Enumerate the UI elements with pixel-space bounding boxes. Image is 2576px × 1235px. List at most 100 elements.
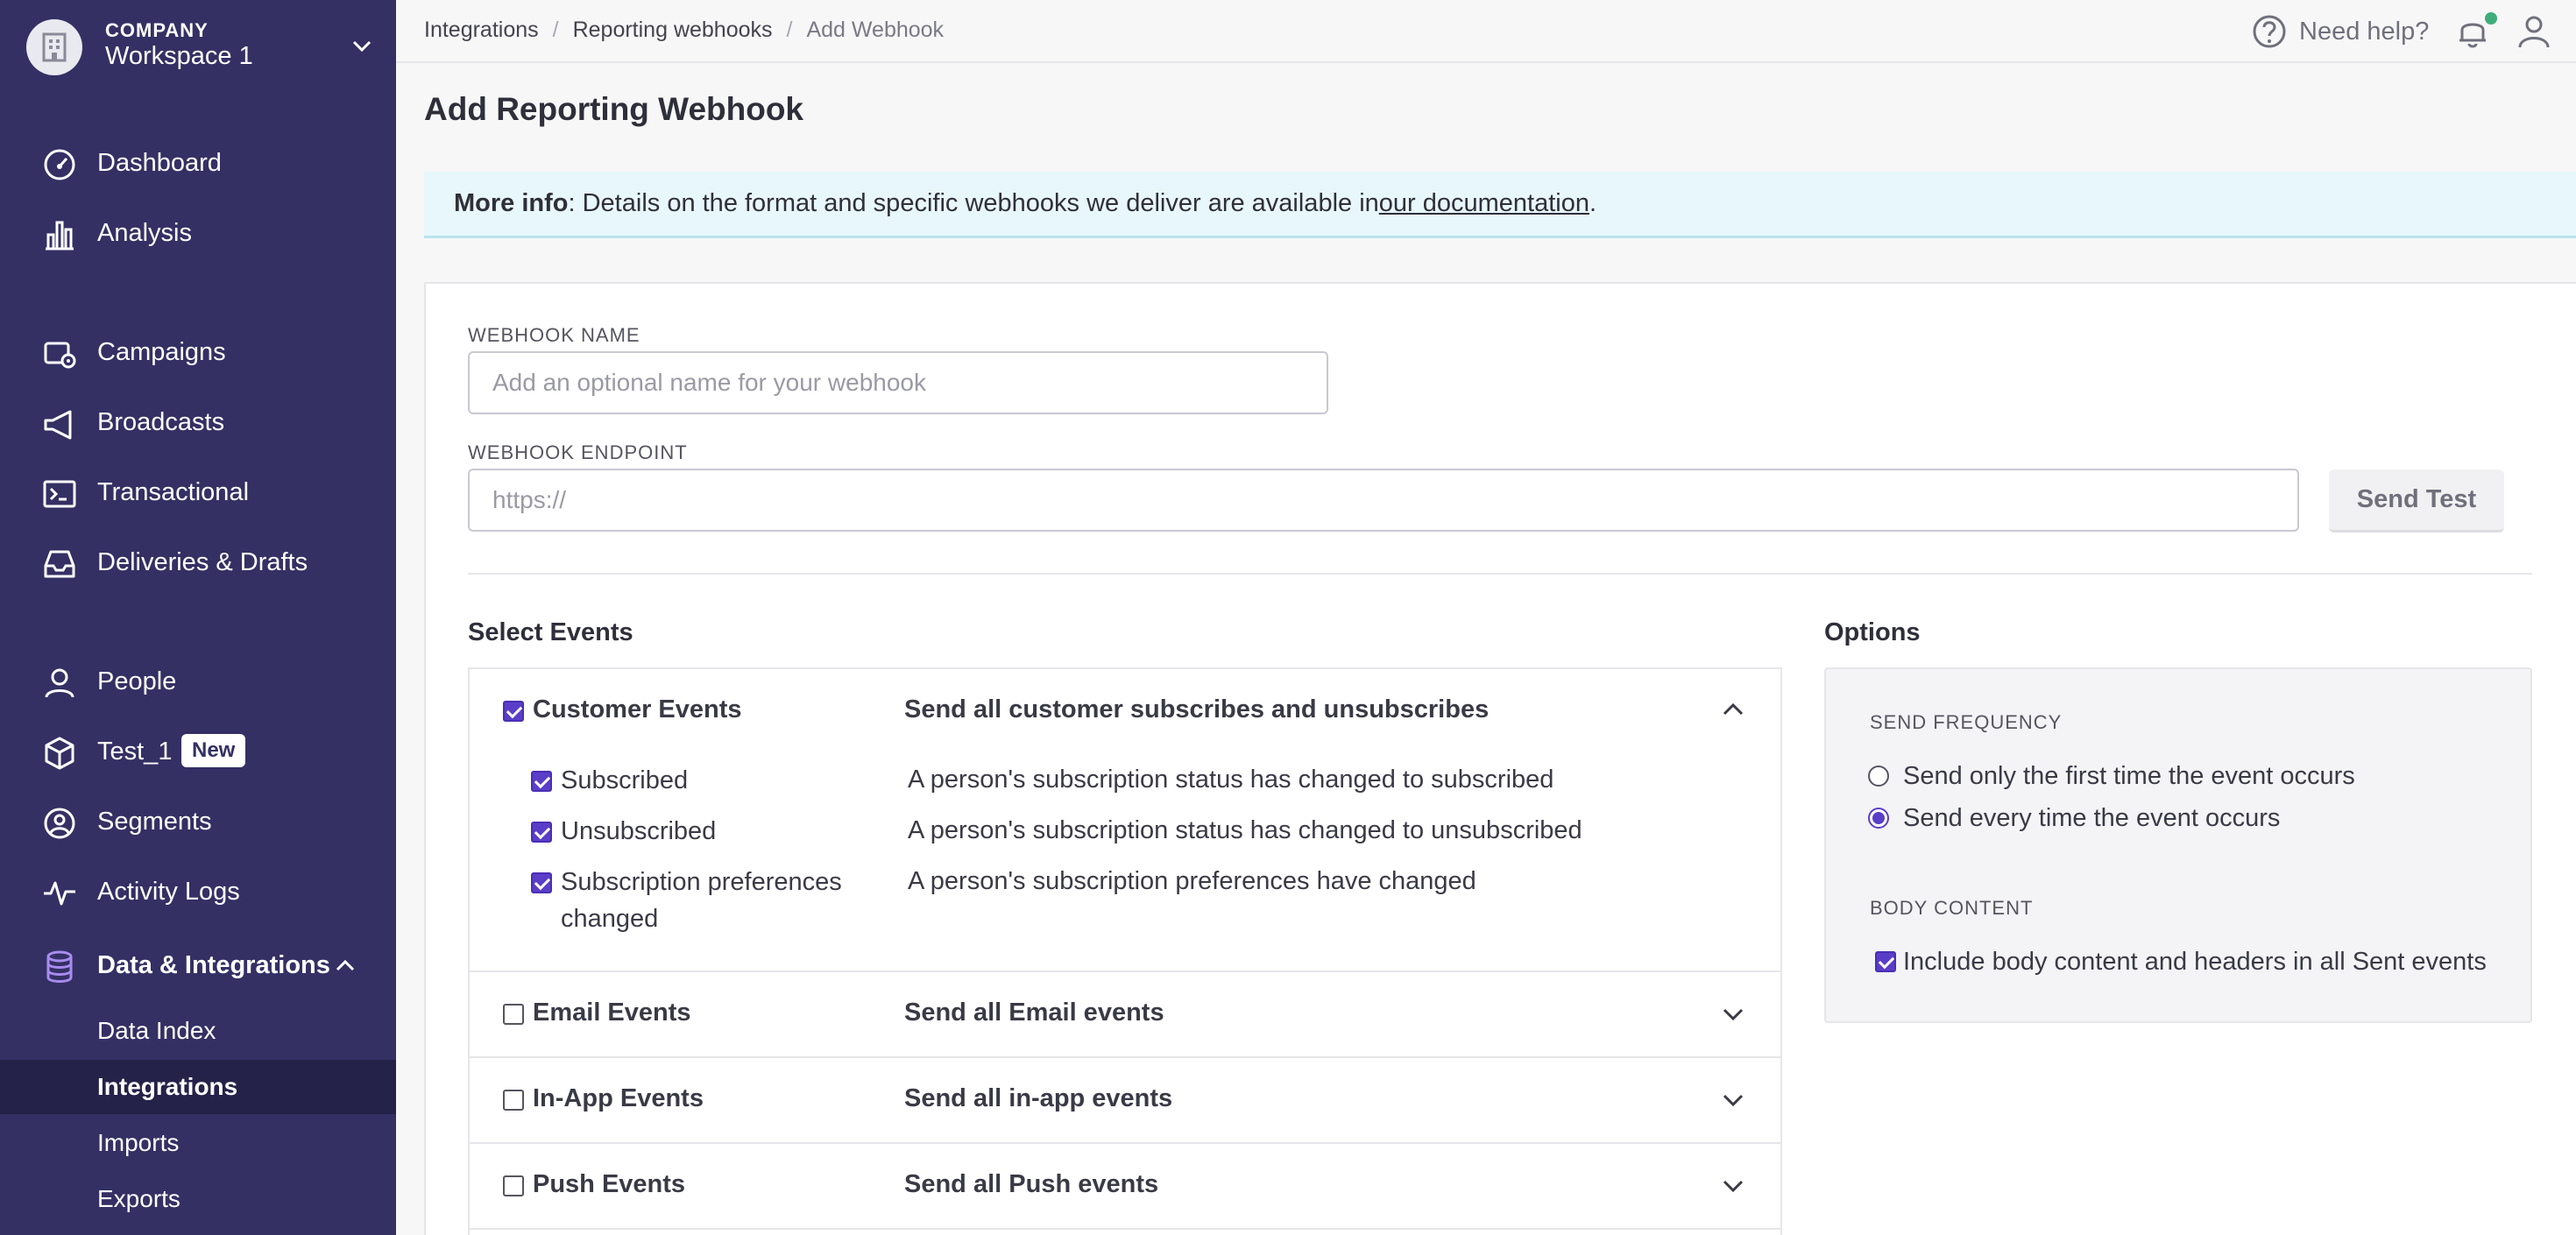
sidebar-item-broadcasts[interactable]: Broadcasts xyxy=(0,394,396,450)
sidebar-subitem-data-index[interactable]: Data Index xyxy=(0,1004,396,1058)
body-content-checkbox[interactable] xyxy=(1875,951,1896,972)
megaphone-icon xyxy=(44,410,72,440)
breadcrumb-integrations[interactable]: Integrations xyxy=(424,18,539,43)
sidebar-item-label: Test_1 xyxy=(97,737,173,766)
segment-icon xyxy=(44,808,75,839)
documentation-link[interactable]: our documentation xyxy=(1379,189,1589,218)
breadcrumb-separator: / xyxy=(552,18,559,42)
sidebar-item-label: Transactional xyxy=(97,477,250,506)
webhook-name-input[interactable]: Add an optional name for your webhook xyxy=(468,351,1328,414)
sidebar-item-deliveries[interactable]: Deliveries & Drafts xyxy=(0,534,396,590)
webhook-name-label: WEBHOOK NAME xyxy=(468,324,640,346)
sidebar-item-people[interactable]: People xyxy=(0,653,396,709)
breadcrumb-reporting-webhooks[interactable]: Reporting webhooks xyxy=(573,18,773,43)
sub-event-name: Subscribed xyxy=(561,766,689,794)
subscribed-checkbox[interactable] xyxy=(531,771,552,792)
subscription-preferences-checkbox[interactable] xyxy=(531,872,552,893)
database-icon xyxy=(46,950,73,983)
webhook-endpoint-input[interactable]: https:// xyxy=(468,469,2299,532)
sidebar-item-label: People xyxy=(97,667,177,695)
push-events-checkbox[interactable] xyxy=(503,1175,524,1196)
event-group-desc: Send all in-app events xyxy=(904,1084,1173,1112)
send-test-button[interactable]: Send Test xyxy=(2329,469,2504,533)
event-group-name: Push Events xyxy=(533,1170,686,1198)
breadcrumb: Integrations / Reporting webhooks / Add … xyxy=(424,18,944,43)
event-group-email[interactable]: Email Events Send all Email events xyxy=(470,972,1780,1058)
sub-event-name: Subscription preferences xyxy=(561,868,842,896)
chevron-down-icon[interactable] xyxy=(1719,1000,1747,1028)
info-text: : Details on the format and specific web… xyxy=(568,189,1379,217)
top-bar: Integrations / Reporting webhooks / Add … xyxy=(396,0,2576,63)
breadcrumb-separator: / xyxy=(786,18,793,42)
sidebar-subitem-imports[interactable]: Imports xyxy=(0,1116,396,1170)
sidebar-item-label: Deliveries & Drafts xyxy=(97,547,308,576)
gauge-icon xyxy=(44,149,75,180)
event-group-desc: Send all Push events xyxy=(904,1170,1159,1198)
workspace-switcher[interactable]: COMPANY Workspace 1 xyxy=(26,19,377,75)
cube-icon xyxy=(45,737,74,770)
help-link[interactable]: Need help? xyxy=(2252,12,2429,51)
chevron-down-icon[interactable] xyxy=(1719,1086,1747,1114)
terminal-icon xyxy=(43,480,76,508)
campaign-icon xyxy=(44,342,76,369)
email-events-checkbox[interactable] xyxy=(503,1004,524,1025)
freq-first-label: Send only the first time the event occur… xyxy=(1903,762,2355,790)
send-frequency-label: SEND FREQUENCY xyxy=(1870,711,2063,733)
breadcrumb-current: Add Webhook xyxy=(806,18,945,42)
notification-dot xyxy=(2485,12,2497,25)
chevron-up-icon[interactable] xyxy=(1719,695,1747,723)
sidebar-item-label: Broadcasts xyxy=(97,407,225,436)
event-group-name: In-App Events xyxy=(533,1084,704,1112)
event-group-name: Email Events xyxy=(533,999,691,1027)
sidebar-subitem-integrations[interactable]: Integrations xyxy=(0,1060,396,1114)
page-title: Add Reporting Webhook xyxy=(424,91,803,127)
freq-first-radio[interactable] xyxy=(1868,766,1889,787)
inbox-icon xyxy=(44,550,75,578)
chevron-up-icon xyxy=(336,959,355,971)
options-title: Options xyxy=(1824,618,1921,646)
sidebar-item-test1[interactable]: Test_1 New xyxy=(0,723,396,780)
sidebar-item-campaigns[interactable]: Campaigns xyxy=(0,324,396,380)
sidebar-item-label: Dashboard xyxy=(97,148,222,177)
inapp-events-checkbox[interactable] xyxy=(503,1090,524,1111)
person-icon xyxy=(45,668,74,698)
sidebar-item-dashboard[interactable]: Dashboard xyxy=(0,135,396,191)
webhook-endpoint-label: WEBHOOK ENDPOINT xyxy=(468,441,688,463)
sidebar-item-label: Analysis xyxy=(97,218,192,247)
event-group-customer: Customer Events Send all customer subscr… xyxy=(470,669,1780,972)
sub-event-desc: A person's subscription preferences have… xyxy=(908,867,1476,895)
chevron-down-icon xyxy=(352,40,372,53)
event-group-inapp[interactable]: In-App Events Send all in-app events xyxy=(470,1058,1780,1144)
sidebar-item-label: Activity Logs xyxy=(97,877,240,906)
user-icon[interactable] xyxy=(2516,14,2551,49)
sidebar-subitem-exports[interactable]: Exports xyxy=(0,1172,396,1226)
unsubscribed-checkbox[interactable] xyxy=(531,822,552,843)
freq-every-radio[interactable] xyxy=(1868,808,1889,829)
sub-event-name-cont: changed xyxy=(561,905,659,933)
sidebar-item-data-integrations[interactable]: Data & Integrations xyxy=(0,937,396,993)
sidebar-item-segments[interactable]: Segments xyxy=(0,794,396,850)
sidebar-item-activity[interactable]: Activity Logs xyxy=(0,864,396,920)
sidebar-item-label: Campaigns xyxy=(97,337,226,366)
building-icon xyxy=(26,19,82,75)
event-group-push[interactable]: Push Events Send all Push events xyxy=(470,1144,1780,1230)
new-badge: New xyxy=(181,734,246,767)
event-group-desc: Send all customer subscribes and unsubsc… xyxy=(904,695,1490,723)
options-panel: SEND FREQUENCY Send only the first time … xyxy=(1824,667,2532,1023)
divider xyxy=(468,573,2532,575)
select-events-title: Select Events xyxy=(468,618,633,646)
info-banner: More info: Details on the format and spe… xyxy=(424,172,2576,238)
question-icon xyxy=(2253,15,2286,48)
sidebar-item-transactional[interactable]: Transactional xyxy=(0,464,396,520)
help-label: Need help? xyxy=(2299,17,2430,46)
customer-events-checkbox[interactable] xyxy=(503,701,524,722)
body-content-text: Include body content and headers in all … xyxy=(1903,948,2487,976)
sidebar-item-analysis[interactable]: Analysis xyxy=(0,205,396,261)
chevron-down-icon[interactable] xyxy=(1719,1172,1747,1200)
workspace-name: Workspace 1 xyxy=(105,42,253,70)
freq-every-label: Send every time the event occurs xyxy=(1903,804,2281,832)
sub-event-desc: A person's subscription status has chang… xyxy=(908,816,1582,844)
pulse-icon xyxy=(44,881,75,906)
sub-event-desc: A person's subscription status has chang… xyxy=(908,766,1554,794)
sidebar-item-label: Segments xyxy=(97,807,212,836)
